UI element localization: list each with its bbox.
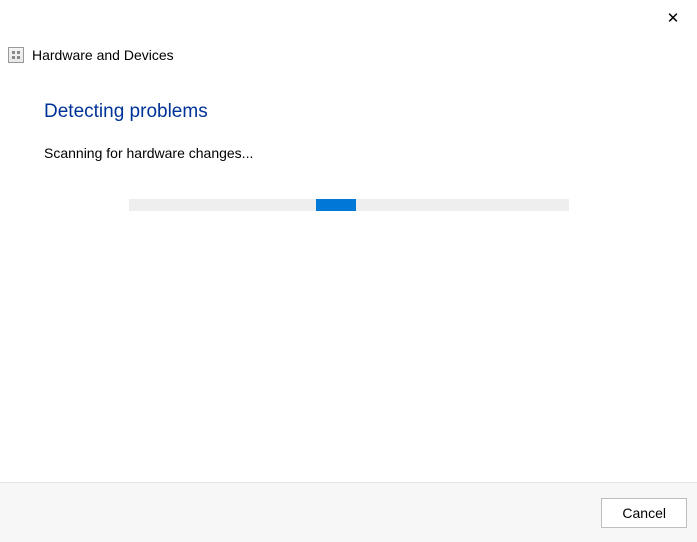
- dialog-footer: Cancel: [0, 482, 697, 542]
- status-text: Scanning for hardware changes...: [44, 145, 653, 161]
- main-content: Detecting problems Scanning for hardware…: [0, 63, 697, 211]
- close-icon: ✕: [667, 9, 680, 27]
- page-heading: Detecting problems: [44, 101, 653, 123]
- cancel-button[interactable]: Cancel: [601, 498, 687, 528]
- troubleshooter-icon: [8, 47, 24, 63]
- progress-chunk: [316, 199, 356, 211]
- close-button[interactable]: ✕: [663, 8, 683, 28]
- window-title: Hardware and Devices: [32, 47, 174, 63]
- progress-bar: [129, 199, 569, 211]
- window-header: Hardware and Devices: [0, 0, 697, 63]
